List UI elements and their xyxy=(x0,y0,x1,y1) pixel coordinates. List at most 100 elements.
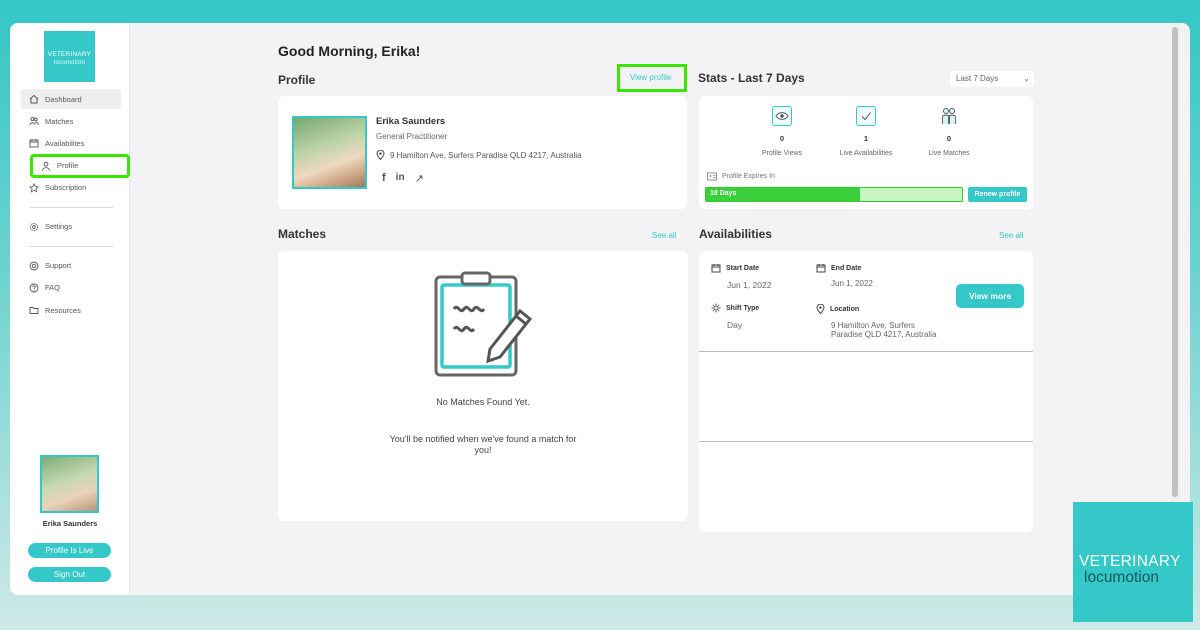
external-link-icon[interactable]: ↗ xyxy=(415,172,424,185)
sign-out-button[interactable]: Sign Out xyxy=(28,567,111,582)
end-date-label-text: End Date xyxy=(831,264,862,272)
star-icon xyxy=(29,182,39,193)
profile-expiry-fill: 18 Days xyxy=(706,188,860,201)
eye-icon xyxy=(772,106,792,126)
stat-live-availabilities: 1 Live Availabilities xyxy=(826,106,906,157)
id-card-icon xyxy=(707,172,717,181)
renew-profile-button[interactable]: Renew profile xyxy=(968,187,1027,202)
sidebar-item-faq[interactable]: FAQ xyxy=(21,278,121,298)
sidebar-item-settings[interactable]: Settings xyxy=(21,217,121,237)
matches-card: No Matches Found Yet. You'll be notified… xyxy=(278,251,688,521)
stat-profile-views: 0 Profile Views xyxy=(742,106,822,157)
sidebar-item-subscription[interactable]: Subscription xyxy=(21,178,121,198)
users-icon xyxy=(29,116,39,126)
sidebar-item-label: Subscription xyxy=(45,183,87,193)
app-window: VETERINARY locumotion Dashboard Matches xyxy=(10,23,1190,595)
sidebar-item-availabilites[interactable]: Availabilites xyxy=(21,133,121,153)
sidebar-divider xyxy=(29,206,113,208)
matches-empty-line2: you! xyxy=(474,445,492,455)
sidebar-user-name: Erika Saunders xyxy=(42,519,98,528)
availabilities-section-title: Availabilities xyxy=(699,227,772,241)
chevron-down-icon: ⌄ xyxy=(1023,74,1030,83)
sidebar-item-label: Settings xyxy=(45,222,73,232)
page-title: Good Morning, Erika! xyxy=(278,43,421,59)
gear-icon xyxy=(29,222,39,232)
profile-location-text: 9 Hamilton Ave, Surfers Paradise QLD 421… xyxy=(390,150,582,160)
location-label-text: Location xyxy=(830,305,860,313)
sidebar-item-label: Resources xyxy=(45,305,81,315)
availabilities-see-all-link[interactable]: See all xyxy=(999,231,1023,240)
profile-role: General Practitioner xyxy=(376,132,448,141)
sidebar-item-dashboard[interactable]: Dashboard xyxy=(21,89,121,109)
home-icon xyxy=(29,94,39,104)
linkedin-icon[interactable]: in xyxy=(396,172,405,185)
stats-card: 0 Profile Views 1 Live Availabilities 0 … xyxy=(699,96,1033,209)
start-date-value: Jun 1, 2022 xyxy=(727,280,772,290)
location-value-line1: 9 Hamilton Ave, Surfers xyxy=(831,321,915,330)
scrollbar-thumb[interactable] xyxy=(1172,27,1178,497)
profile-expiry-progress: 18 Days xyxy=(705,187,963,202)
sidebar-item-resources[interactable]: Resources xyxy=(21,300,121,320)
sidebar-avatar[interactable] xyxy=(40,455,99,513)
people-icon xyxy=(939,106,959,126)
stats-range-value: Last 7 Days xyxy=(956,74,999,83)
end-date-label: End Date xyxy=(816,263,861,273)
stat-value: 0 xyxy=(779,134,785,143)
help-icon xyxy=(29,283,39,293)
location-value: 9 Hamilton Ave, Surfers Paradise QLD 421… xyxy=(831,321,936,339)
sidebar-item-profile[interactable]: Profile xyxy=(30,153,130,178)
profile-location: 9 Hamilton Ave, Surfers Paradise QLD 421… xyxy=(376,150,582,160)
sidebar-item-label: Profile xyxy=(57,161,79,171)
calendar-icon xyxy=(816,263,826,273)
stat-label: Live Matches xyxy=(928,150,970,157)
matches-see-all-link[interactable]: See all xyxy=(652,231,676,240)
sun-icon xyxy=(711,303,721,313)
brand-logo: VETERINARY locumotion xyxy=(1073,502,1193,622)
end-date-value: Jun 1, 2022 xyxy=(831,279,873,288)
sidebar-logo[interactable]: VETERINARY locumotion xyxy=(44,31,95,82)
shift-type-value: Day xyxy=(727,320,743,330)
profile-name: Erika Saunders xyxy=(376,116,446,127)
stats-range-select[interactable]: Last 7 Days ⌄ xyxy=(950,71,1034,87)
location-label: Location xyxy=(816,304,859,314)
folder-icon xyxy=(29,305,39,315)
checkbox-icon xyxy=(856,106,876,126)
view-more-button[interactable]: View more xyxy=(956,284,1024,308)
profile-section-title: Profile xyxy=(278,73,316,87)
profile-live-button[interactable]: Profile Is Live xyxy=(28,543,111,558)
user-icon xyxy=(41,161,51,171)
support-icon xyxy=(29,261,39,271)
stat-label: Live Availabilities xyxy=(839,150,893,157)
stat-value: 0 xyxy=(946,134,952,143)
profile-photo xyxy=(292,116,367,189)
profile-expires-text: Profile Expires In xyxy=(722,173,775,180)
stat-label: Profile Views xyxy=(761,150,803,157)
stats-section-title: Stats - Last 7 Days xyxy=(698,71,805,85)
main-content: Good Morning, Erika! Profile View profil… xyxy=(130,23,1180,595)
sidebar: VETERINARY locumotion Dashboard Matches xyxy=(10,23,130,595)
profile-card: Erika Saunders General Practitioner 9 Ha… xyxy=(278,96,687,209)
shift-type-label-text: Shift Type xyxy=(726,304,760,312)
profile-social-links: f in ↗ xyxy=(382,172,424,185)
availability-divider xyxy=(699,351,1033,352)
sidebar-item-label: Support xyxy=(45,261,72,271)
matches-empty-line1: You'll be notified when we've found a ma… xyxy=(389,434,577,444)
availability-divider xyxy=(699,441,1033,442)
clipboard-icon xyxy=(428,271,540,386)
facebook-icon[interactable]: f xyxy=(382,172,386,185)
logo-line2: locumotion xyxy=(53,60,85,66)
brand-line2: locumotion xyxy=(1084,569,1159,586)
availabilities-card: Start Date Jun 1, 2022 End Date Jun 1, 2… xyxy=(699,251,1033,532)
sidebar-item-label: Matches xyxy=(45,116,74,126)
sidebar-nav: Dashboard Matches Availabilites Profile xyxy=(21,89,130,322)
sidebar-item-label: Dashboard xyxy=(45,94,82,104)
calendar-icon xyxy=(711,263,721,273)
matches-empty-title: No Matches Found Yet. xyxy=(436,397,530,407)
logo-line1: VETERINARY xyxy=(47,51,92,58)
stat-live-matches: 0 Live Matches xyxy=(909,106,989,157)
view-profile-link[interactable]: View profile xyxy=(630,73,671,82)
calendar-icon xyxy=(29,138,39,148)
sidebar-item-support[interactable]: Support xyxy=(21,256,121,276)
sidebar-item-matches[interactable]: Matches xyxy=(21,111,121,131)
matches-section-title: Matches xyxy=(278,227,327,241)
